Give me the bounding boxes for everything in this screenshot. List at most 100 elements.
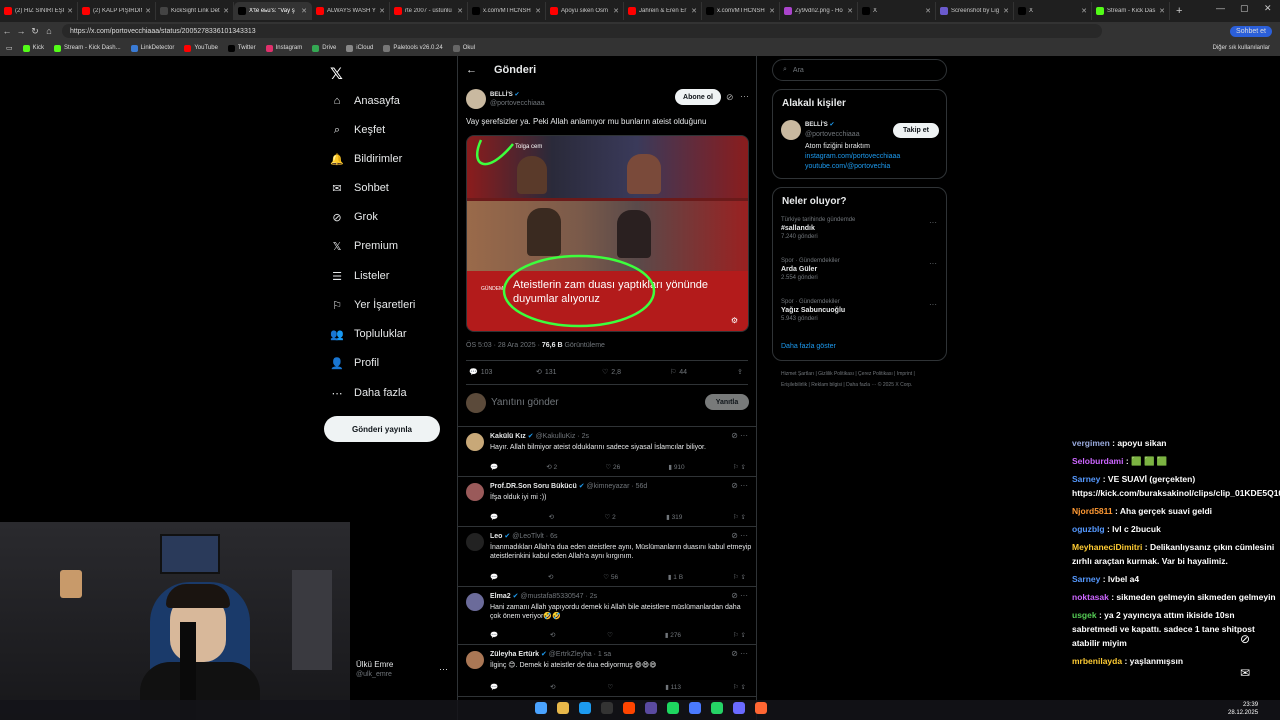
taskbar-app-icon[interactable]	[711, 702, 723, 714]
bookmark-item[interactable]: Kick	[22, 44, 44, 52]
reply-icon[interactable]: 💬	[490, 573, 498, 581]
tab-close-icon[interactable]: ✕	[1081, 7, 1087, 15]
nav-item-grok[interactable]: ⊘ Grok	[330, 210, 377, 224]
copilot-chat-button[interactable]: Sohbet et	[1230, 25, 1272, 37]
browser-tab[interactable]: rte 2007 - üstünlü ✕	[390, 2, 468, 20]
chat-username[interactable]: Sarney	[1072, 574, 1100, 584]
browser-tab[interactable]: X ✕	[1014, 2, 1092, 20]
browser-tab[interactable]: Apoyu siken Osm ✕	[546, 2, 624, 20]
more-icon[interactable]: ⊘ ···	[731, 649, 748, 658]
related-person-avatar[interactable]	[781, 120, 801, 140]
bookmark-item[interactable]: YouTube	[184, 44, 218, 52]
chat-username[interactable]: usgek	[1072, 610, 1097, 620]
subscribe-button[interactable]: Abone ol	[675, 89, 721, 105]
heart-icon[interactable]: ♡	[607, 631, 613, 639]
follow-button[interactable]: Takip et	[893, 123, 939, 138]
show-more-link[interactable]: Daha fazla göster	[781, 343, 836, 350]
reply-author[interactable]: Elma2 ✔ @mustafa85330547 · 2s	[490, 592, 597, 600]
heart-icon[interactable]: ♡ 56	[603, 573, 618, 581]
views-icon[interactable]: ▮ 276	[665, 631, 681, 639]
x-logo-icon[interactable]: 𝕏	[330, 64, 343, 84]
home-browser-icon[interactable]: ⌂	[42, 26, 56, 36]
other-bookmarks[interactable]: Diğer sık kullanılanlar	[1213, 45, 1270, 51]
tab-close-icon[interactable]: ✕	[613, 7, 619, 15]
browser-tab[interactable]: X'te eьu's: "Vay ş ✕	[234, 2, 312, 20]
reply-item[interactable]: Kakülü Kız ✔ @KakulluKiz · 2s ⊘ ··· Hayır.…	[458, 427, 756, 477]
trend-more-icon[interactable]: ···	[929, 218, 937, 227]
reply-author[interactable]: Prof.DR.Son Soru Bükücü ✔ @kimneyazar · …	[490, 482, 647, 490]
reply-avatar[interactable]	[466, 533, 484, 551]
reload-icon[interactable]: ↻	[28, 26, 42, 37]
nav-item-profil[interactable]: 👤 Profil	[330, 356, 379, 370]
reply-avatar[interactable]	[466, 433, 484, 451]
bookmark-icon[interactable]: ⚐ ⇪	[733, 463, 746, 471]
browser-tab[interactable]: (2) KALP PİŞİRDİM ✕	[78, 2, 156, 20]
author-avatar[interactable]	[466, 89, 486, 109]
nav-item-yer-i̇şaretleri[interactable]: ⚐ Yer İşaretleri	[330, 298, 415, 312]
views-icon[interactable]: ▮ 113	[665, 683, 681, 691]
trend-item[interactable]: Spor · Gündemdekiler Arda Güler 2.554 gönd…	[781, 258, 840, 281]
account-more-icon[interactable]: ···	[439, 664, 448, 674]
related-person-link-2[interactable]: youtube.com/@portovechia	[805, 163, 890, 170]
bookmark-item[interactable]: Drive	[312, 44, 336, 52]
browser-tab[interactable]: Stream - Kick Das ✕	[1092, 2, 1170, 20]
post-button[interactable]: Gönderi yayınla	[324, 416, 440, 442]
like-count[interactable]: ♡ 2,8	[602, 368, 621, 377]
minimize-icon[interactable]: —	[1216, 3, 1225, 13]
reply-button[interactable]: Yanıtla	[705, 394, 749, 410]
heart-icon[interactable]: ♡	[607, 683, 613, 691]
reply-icon[interactable]: 💬	[490, 631, 498, 639]
views-icon[interactable]: ▮ 1 B	[668, 573, 683, 581]
views-icon[interactable]: ▮ 319	[666, 513, 682, 521]
taskbar-app-icon[interactable]	[623, 702, 635, 714]
chat-username[interactable]: MeyhaneciDimitri	[1072, 542, 1142, 552]
nav-item-topluluklar[interactable]: 👥 Topluluklar	[330, 327, 406, 341]
browser-tab[interactable]: KickSight Link Det ✕	[156, 2, 234, 20]
browser-tab[interactable]: (2) HIZ SINIRI EŞİ ✕	[0, 2, 78, 20]
more-icon[interactable]: ⊘ ···	[731, 481, 748, 490]
chat-settings-icon[interactable]: ⊘	[1240, 632, 1250, 646]
heart-icon[interactable]: ♡ 2	[604, 513, 615, 521]
chat-message-icon[interactable]: ✉	[1240, 666, 1250, 680]
tab-close-icon[interactable]: ✕	[379, 7, 385, 15]
taskbar-app-icon[interactable]	[755, 702, 767, 714]
forward-icon[interactable]: →	[14, 26, 28, 36]
bookmark-icon[interactable]: ⚐ ⇪	[733, 631, 746, 639]
browser-tab[interactable]: Screenshot by Lig ✕	[936, 2, 1014, 20]
related-person-link-1[interactable]: instagram.com/portovecchiaaa	[805, 153, 900, 160]
taskbar-app-icon[interactable]	[667, 702, 679, 714]
browser-tab[interactable]: X ✕	[858, 2, 936, 20]
chat-username[interactable]: noktasak	[1072, 592, 1109, 602]
taskbar-app-icon[interactable]	[733, 702, 745, 714]
tab-close-icon[interactable]: ✕	[1159, 7, 1165, 15]
reply-icon[interactable]: 💬	[490, 513, 498, 521]
repost-icon[interactable]: ⟲	[550, 631, 555, 639]
more-icon[interactable]: ⊘ ···	[731, 591, 748, 600]
bookmark-item[interactable]: Paletools v26.0.24	[383, 44, 443, 52]
new-tab-button[interactable]: +	[1170, 5, 1188, 17]
bookmark-item[interactable]: Okul	[452, 44, 475, 52]
bookmark-count[interactable]: ⚐ 44	[670, 368, 687, 377]
author-name[interactable]: BELLİ'S ✔	[490, 91, 519, 98]
url-field[interactable]: https://x.com/portovecchiaaa/status/2005…	[62, 24, 1102, 38]
trend-more-icon[interactable]: ···	[929, 259, 937, 268]
author-handle[interactable]: @portovecchiaaa	[490, 100, 545, 107]
nav-item-sohbet[interactable]: ✉ Sohbet	[330, 181, 388, 195]
related-person-handle[interactable]: @portovecchiaaa	[805, 131, 860, 138]
footer-links[interactable]: Hizmet Şartları | Gizlilik Politikası | …	[781, 369, 941, 391]
taskbar-app-icon[interactable]	[557, 702, 569, 714]
browser-tab[interactable]: Jahrein & Eren Er ✕	[624, 2, 702, 20]
nav-item-keşfet[interactable]: ⌕ Keşfet	[330, 123, 385, 137]
chat-username[interactable]: oguzblg	[1072, 524, 1105, 534]
bookmark-item[interactable]: Stream - Kick Dash...	[53, 44, 121, 52]
taskbar-app-icon[interactable]	[689, 702, 701, 714]
repost-icon[interactable]: ⟲ 2	[546, 463, 557, 471]
heart-icon[interactable]: ♡ 26	[605, 463, 620, 471]
reply-item[interactable]: Elma2 ✔ @mustafa85330547 · 2s ⊘ ··· Hani z…	[458, 587, 756, 645]
tab-close-icon[interactable]: ✕	[925, 7, 931, 15]
tab-close-icon[interactable]: ✕	[691, 7, 697, 15]
chat-username[interactable]: vergimen	[1072, 438, 1110, 448]
nav-item-daha-fazla[interactable]: ⋯ Daha fazla	[330, 386, 407, 400]
tab-close-icon[interactable]: ✕	[1003, 7, 1009, 15]
taskbar-app-icon[interactable]	[601, 702, 613, 714]
